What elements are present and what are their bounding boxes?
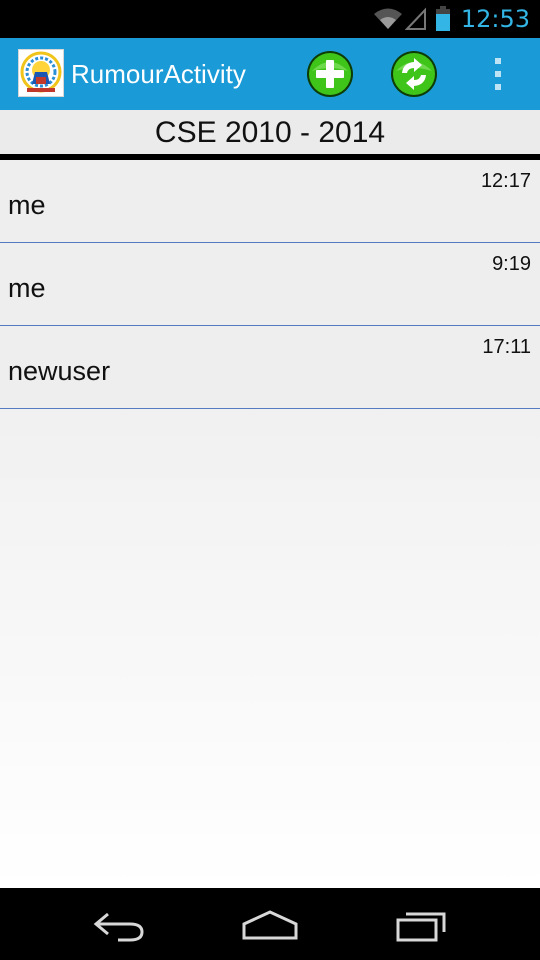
list-item[interactable]: 17:11 newuser	[0, 326, 540, 409]
add-button[interactable]	[305, 49, 355, 99]
back-button[interactable]	[90, 904, 150, 944]
add-icon	[307, 51, 353, 97]
group-title: CSE 2010 - 2014	[0, 110, 540, 154]
app-title: RumourActivity	[71, 59, 246, 89]
signal-icon	[404, 7, 426, 30]
recent-apps-icon	[396, 912, 446, 942]
rumour-list: 12:17 me 9:19 me 17:11 newuser	[0, 160, 540, 888]
back-icon	[93, 912, 144, 942]
screen: 12:53 RumourActivity CSE 2010 - 2014 12:…	[0, 0, 540, 960]
overflow-menu-button[interactable]	[488, 52, 508, 96]
item-time: 9:19	[492, 253, 531, 275]
wifi-icon	[373, 8, 402, 29]
battery-icon	[435, 6, 450, 31]
home-icon	[242, 910, 298, 940]
item-time: 12:17	[480, 170, 531, 192]
app-logo-icon[interactable]	[18, 49, 64, 97]
refresh-icon	[391, 51, 437, 97]
navigation-bar	[0, 888, 540, 960]
recent-apps-button[interactable]	[392, 904, 452, 944]
item-time: 17:11	[482, 336, 531, 358]
item-name: me	[8, 190, 46, 220]
home-button[interactable]	[240, 904, 300, 944]
refresh-button[interactable]	[389, 49, 439, 99]
status-clock: 12:53	[460, 5, 530, 33]
status-bar: 12:53	[0, 0, 540, 38]
item-name: me	[8, 273, 46, 303]
list-item[interactable]: 12:17 me	[0, 160, 540, 243]
status-icons: 12:53	[373, 0, 530, 38]
list-item[interactable]: 9:19 me	[0, 243, 540, 326]
item-name: newuser	[8, 356, 111, 386]
action-bar: RumourActivity	[0, 38, 540, 110]
overflow-menu-icon	[495, 58, 501, 90]
